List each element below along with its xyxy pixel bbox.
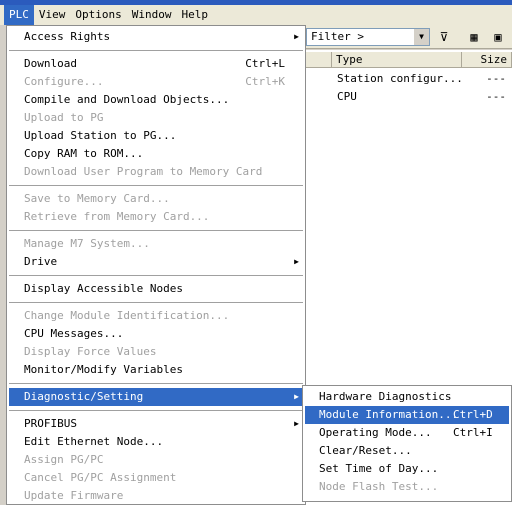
- shortcut-label: Ctrl+D: [453, 408, 493, 421]
- menu-item-upload-to-pg: Upload to PG: [9, 109, 303, 127]
- menu-item-upload-station-to-pg[interactable]: Upload Station to PG...: [9, 127, 303, 145]
- submenu-arrow-icon: ▶: [294, 32, 299, 41]
- column-header-size[interactable]: Size: [462, 52, 512, 68]
- menu-item-assign-pg-pc: Assign PG/PC: [9, 451, 303, 469]
- menu-item-label: CPU Messages...: [24, 327, 124, 340]
- toolbar: Filter > ▼ ⊽ ▦ ▣: [300, 25, 512, 49]
- menu-item-label: Display Accessible Nodes: [24, 282, 183, 295]
- menu-item-label: Upload Station to PG...: [24, 129, 177, 142]
- row-size: ---: [486, 90, 506, 103]
- filter-edit-icon[interactable]: ⊽: [434, 28, 454, 46]
- submenu-item-label: Set Time of Day...: [319, 462, 439, 475]
- row-type[interactable]: Station configur...: [337, 71, 463, 87]
- menu-view[interactable]: View: [34, 5, 71, 25]
- menu-separator: [9, 230, 303, 232]
- submenu-item-label: Module Information...: [319, 408, 459, 421]
- shortcut-label: Ctrl+L: [245, 57, 285, 70]
- shortcut-label: Ctrl+I: [453, 426, 493, 439]
- menu-item-edit-ethernet-node[interactable]: Edit Ethernet Node...: [9, 433, 303, 451]
- menu-separator: [9, 185, 303, 187]
- menu-item-display-accessible-nodes[interactable]: Display Accessible Nodes: [9, 280, 303, 298]
- module-icon[interactable]: ▣: [488, 28, 508, 46]
- submenu-item-operating-mode[interactable]: Operating Mode... Ctrl+I: [305, 424, 509, 442]
- menu-item-label: Change Module Identification...: [24, 309, 230, 322]
- menu-item-label: Configure...: [24, 75, 104, 88]
- menu-item-label: Diagnostic/Setting: [24, 390, 144, 403]
- submenu-item-set-time-of-day[interactable]: Set Time of Day...: [305, 460, 509, 478]
- menu-bar: PLC View Options Window Help: [0, 5, 512, 25]
- menu-item-diagnostic-setting[interactable]: Diagnostic/Setting ▶: [9, 388, 303, 406]
- network-icon[interactable]: ▦: [464, 28, 484, 46]
- submenu-item-label: Node Flash Test...: [319, 480, 439, 493]
- menu-help[interactable]: Help: [176, 5, 213, 25]
- menu-item-update-firmware: Update Firmware: [9, 487, 303, 505]
- menu-item-monitor-modify-variables[interactable]: Monitor/Modify Variables: [9, 361, 303, 379]
- submenu-arrow-icon: ▶: [294, 392, 299, 401]
- shortcut-label: Ctrl+K: [245, 75, 285, 88]
- filter-value: Filter >: [311, 30, 364, 43]
- menu-item-label: Download: [24, 57, 77, 70]
- menu-item-drive[interactable]: Drive ▶: [9, 253, 303, 271]
- plc-menu: Access Rights ▶ Download Ctrl+L Configure...…: [6, 25, 306, 505]
- filter-select[interactable]: Filter > ▼: [306, 28, 430, 46]
- menu-item-label: Save to Memory Card...: [24, 192, 170, 205]
- menu-item-manage-m7-system: Manage M7 System...: [9, 235, 303, 253]
- submenu-item-module-information[interactable]: Module Information... Ctrl+D: [305, 406, 509, 424]
- menu-item-label: Access Rights: [24, 30, 111, 43]
- row-type[interactable]: CPU: [337, 89, 357, 105]
- menu-item-cancel-pg-pc-assignment: Cancel PG/PC Assignment: [9, 469, 303, 487]
- menu-item-label: Monitor/Modify Variables: [24, 363, 183, 376]
- submenu-arrow-icon: ▶: [294, 419, 299, 428]
- menu-item-label: Cancel PG/PC Assignment: [24, 471, 177, 484]
- menu-item-download[interactable]: Download Ctrl+L: [9, 55, 303, 73]
- menu-item-change-module-identification: Change Module Identification...: [9, 307, 303, 325]
- menu-window[interactable]: Window: [127, 5, 177, 25]
- menu-item-label: Drive: [24, 255, 58, 268]
- menu-separator: [9, 275, 303, 277]
- menu-plc[interactable]: PLC: [4, 5, 34, 25]
- submenu-item-label: Clear/Reset...: [319, 444, 412, 457]
- submenu-item-clear-reset[interactable]: Clear/Reset...: [305, 442, 509, 460]
- column-header-type[interactable]: Type: [332, 52, 462, 68]
- menu-item-label: Upload to PG: [24, 111, 104, 124]
- menu-item-save-to-memory-card: Save to Memory Card...: [9, 190, 303, 208]
- menu-options[interactable]: Options: [70, 5, 126, 25]
- menu-item-profibus[interactable]: PROFIBUS ▶: [9, 415, 303, 433]
- menu-separator: [9, 410, 303, 412]
- menu-item-label: Display Force Values: [24, 345, 157, 358]
- menu-item-label: Download User Program to Memory Card: [24, 165, 263, 178]
- menu-item-cpu-messages[interactable]: CPU Messages...: [9, 325, 303, 343]
- menu-item-copy-ram-to-rom[interactable]: Copy RAM to ROM...: [9, 145, 303, 163]
- menu-separator: [9, 302, 303, 304]
- menu-item-label: Assign PG/PC: [24, 453, 104, 466]
- menu-item-download-user-program-to-memory-card: Download User Program to Memory Card: [9, 163, 303, 181]
- menu-item-compile-and-download-objects[interactable]: Compile and Download Objects...: [9, 91, 303, 109]
- menu-separator: [9, 383, 303, 385]
- submenu-item-label: Hardware Diagnostics: [319, 390, 452, 403]
- menu-separator: [9, 50, 303, 52]
- submenu-item-hardware-diagnostics[interactable]: Hardware Diagnostics: [305, 388, 509, 406]
- submenu-item-label: Operating Mode...: [319, 426, 432, 439]
- submenu-arrow-icon: ▶: [294, 257, 299, 266]
- menu-item-access-rights[interactable]: Access Rights ▶: [9, 28, 303, 46]
- diagnostic-submenu: Hardware Diagnostics Module Information..…: [302, 385, 512, 502]
- menu-item-label: Edit Ethernet Node...: [24, 435, 164, 448]
- submenu-item-node-flash-test: Node Flash Test...: [305, 478, 509, 496]
- menu-item-label: Update Firmware: [24, 489, 124, 502]
- row-size: ---: [486, 72, 506, 85]
- menu-item-configure: Configure... Ctrl+K: [9, 73, 303, 91]
- menu-item-label: PROFIBUS: [24, 417, 77, 430]
- menu-item-display-force-values: Display Force Values: [9, 343, 303, 361]
- menu-item-label: Compile and Download Objects...: [24, 93, 230, 106]
- menu-item-label: Copy RAM to ROM...: [24, 147, 144, 160]
- menu-item-label: Manage M7 System...: [24, 237, 150, 250]
- menu-item-label: Retrieve from Memory Card...: [24, 210, 210, 223]
- menu-item-retrieve-from-memory-card: Retrieve from Memory Card...: [9, 208, 303, 226]
- chevron-down-icon[interactable]: ▼: [414, 29, 429, 45]
